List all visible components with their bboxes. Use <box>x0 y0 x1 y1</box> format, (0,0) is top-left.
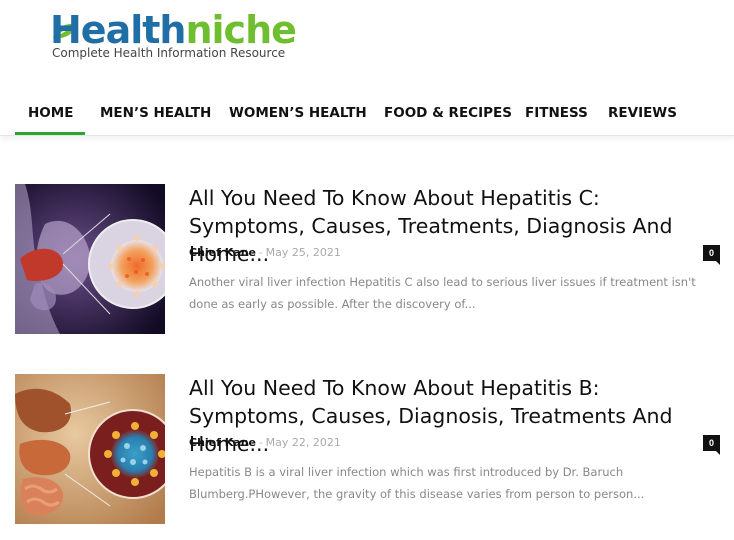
article-author[interactable]: Chief Kane <box>189 246 256 259</box>
article-thumbnail[interactable] <box>15 374 165 524</box>
article-date: May 22, 2021 <box>265 436 341 449</box>
nav-active-indicator <box>15 132 85 135</box>
article-excerpt: Another viral liver infection Hepatitis … <box>189 275 696 311</box>
meta-separator: - <box>259 247 263 259</box>
main-nav: HOME MEN’S HEALTH WOMEN’S HEALTH FOOD & … <box>0 92 734 136</box>
hepatitis-c-image <box>15 184 165 334</box>
site-tagline: Complete Health Information Resource <box>52 46 286 60</box>
article-thumbnail[interactable] <box>15 184 165 334</box>
site-logo[interactable]: Healthniche Complete Health Information … <box>50 8 330 70</box>
comment-count-badge[interactable]: 0 <box>703 245 720 265</box>
nav-item-food-recipes[interactable]: FOOD & RECIPES <box>384 92 512 135</box>
nav-item-reviews[interactable]: REVIEWS <box>608 92 677 135</box>
nav-item-fitness[interactable]: FITNESS <box>525 92 588 135</box>
article-card: All You Need To Know About Hepatitis B: … <box>15 374 720 524</box>
meta-separator: - <box>259 437 263 449</box>
nav-item-womens-health[interactable]: WOMEN’S HEALTH <box>229 92 367 135</box>
article-card: All You Need To Know About Hepatitis C: … <box>15 184 720 334</box>
article-author[interactable]: Chief Kane <box>189 436 256 449</box>
article-date: May 25, 2021 <box>265 246 341 259</box>
article-meta: Chief Kane - May 22, 2021 <box>189 436 341 449</box>
comment-count-badge[interactable]: 0 <box>703 435 720 455</box>
nav-item-home[interactable]: HOME <box>28 92 73 135</box>
article-meta: Chief Kane - May 25, 2021 <box>189 246 341 259</box>
nav-item-mens-health[interactable]: MEN’S HEALTH <box>100 92 211 135</box>
article-excerpt: Hepatitis B is a viral liver infection w… <box>189 465 645 501</box>
hepatitis-b-image <box>15 374 165 524</box>
